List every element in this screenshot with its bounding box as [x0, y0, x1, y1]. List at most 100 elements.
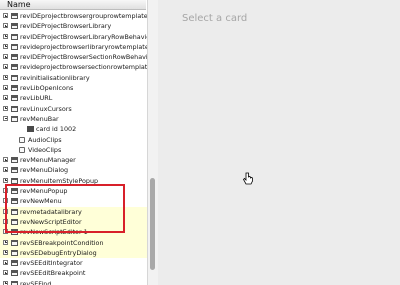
expand-toggle-icon[interactable] — [3, 13, 8, 18]
expand-toggle-icon[interactable] — [3, 64, 8, 70]
tree-row-label: revSEEditIntegrator — [20, 259, 83, 268]
tree-row-label: revinitialisationlibrary — [20, 73, 90, 82]
clip-icon — [19, 146, 25, 153]
tree-row[interactable]: revIDEProjectBrowserSectionRowBehavior — [0, 52, 154, 62]
tree-row-label: revLinuxCursors — [20, 104, 72, 113]
tree-row[interactable]: revSEEditBreakpoint — [0, 268, 147, 278]
tree-row[interactable]: revSEBreakpointCondition — [0, 237, 147, 248]
tree-row-label: revLibURL — [20, 94, 53, 103]
tree-row-label: revIDEProjectBrowserSectionRowBehavior — [20, 53, 155, 62]
expand-toggle-icon[interactable] — [3, 85, 8, 91]
stack-icon — [11, 188, 18, 195]
tree-row-label: revNewScriptEditor 1 — [20, 228, 88, 237]
expand-toggle-icon[interactable] — [3, 23, 8, 29]
tree-row[interactable]: revSEEditIntegrator — [0, 258, 147, 268]
stack-icon — [11, 260, 18, 267]
tree-row-label: revMenuManager — [20, 156, 76, 165]
expand-toggle-icon[interactable] — [3, 188, 8, 194]
expand-toggle-icon[interactable] — [3, 260, 8, 266]
stack-icon — [11, 229, 18, 236]
expand-toggle-icon[interactable] — [3, 167, 8, 173]
stack-icon — [11, 157, 18, 164]
tree-row[interactable]: revMenuManager — [0, 155, 147, 165]
stack-icon — [11, 270, 18, 277]
stack-icon — [11, 249, 18, 256]
tree-row[interactable]: VideoClips — [0, 145, 147, 155]
expand-toggle-icon[interactable] — [3, 208, 8, 214]
tree-row[interactable]: revinitialisationlibrary — [0, 73, 147, 83]
name-column-header[interactable]: Name — [0, 0, 146, 10]
tree-row-label: revMenuDialog — [20, 166, 69, 175]
stack-icon — [11, 23, 18, 30]
expand-toggle-icon[interactable] — [3, 43, 8, 49]
tree-row-label: revNewMenu — [20, 197, 62, 206]
tree-row[interactable]: revMenuPopup — [0, 186, 147, 196]
stack-icon — [11, 105, 18, 112]
tree-row-label: AudioClips — [28, 135, 62, 144]
tree-row[interactable]: revIDEProjectBrowserLibraryRowBehavior — [0, 32, 153, 42]
tree-scrollbar[interactable] — [147, 0, 158, 285]
expand-toggle-icon[interactable] — [3, 95, 8, 101]
stack-icon — [11, 167, 18, 174]
stack-icon — [11, 95, 18, 102]
tree-row[interactable]: revIDEprojectbrowsergrouprowtemplate — [0, 11, 148, 21]
tree-row[interactable]: revMenuDialog — [0, 165, 147, 175]
tree-row[interactable]: card id 1002 — [0, 124, 147, 134]
stack-icon — [11, 239, 18, 246]
tree-row-label: revIDEProjectBrowserLibraryRowBehavior — [20, 32, 153, 41]
stack-icon — [11, 208, 18, 215]
expand-toggle-icon[interactable] — [3, 270, 8, 276]
expand-toggle-icon[interactable] — [3, 218, 8, 224]
stack-icon — [11, 280, 18, 285]
tree-row-label: revIDEprojectbrowsergrouprowtemplate — [20, 12, 148, 20]
expand-toggle-icon[interactable] — [3, 280, 8, 285]
tree-row-label: revMenuBar — [20, 114, 59, 123]
stack-icon — [11, 33, 18, 40]
tree-row-label: revideprojectbrowsersectionrowtemplate — [20, 63, 152, 72]
tree-row[interactable]: revLibOpenIcons — [0, 83, 147, 93]
tree-row[interactable]: revLinuxCursors — [0, 104, 147, 114]
tree-row[interactable]: revmetadatalibrary — [0, 206, 147, 217]
project-browser-tree: Name revIDEprojectbrowsergrouprowtemplat… — [0, 0, 158, 285]
expand-toggle-icon[interactable] — [3, 239, 8, 245]
expand-toggle-icon[interactable] — [3, 177, 8, 183]
stack-icon — [11, 74, 18, 81]
tree-row[interactable]: revideprojectbrowsersectionrowtemplate — [0, 62, 151, 72]
expand-toggle-icon[interactable] — [3, 157, 8, 163]
tree-rows: revIDEprojectbrowsergrouprowtemplate revI… — [0, 11, 154, 285]
tree-row[interactable]: revSEFind — [0, 279, 147, 285]
tree-row-label: revSEDebugEntryDialog — [20, 248, 97, 257]
stack-icon — [11, 198, 18, 205]
tree-row[interactable]: revMenuItemStylePopup — [0, 176, 147, 186]
expand-toggle-icon[interactable] — [3, 74, 8, 80]
tree-row-label: revIDEProjectBrowserLibrary — [20, 22, 112, 31]
tree-row[interactable]: revideprojectbrowserlibraryrowtemplate — [0, 42, 149, 52]
expand-toggle-icon[interactable] — [3, 229, 8, 235]
stack-icon — [11, 177, 18, 184]
tree-row[interactable]: revNewScriptEditor — [0, 216, 147, 228]
clip-icon — [19, 136, 25, 143]
tree-row-label: revMenuItemStylePopup — [20, 176, 99, 185]
hand-cursor-icon — [243, 172, 253, 185]
expand-toggle-icon[interactable] — [3, 249, 8, 255]
expand-toggle-icon[interactable] — [3, 105, 8, 111]
tree-row[interactable]: revLibURL — [0, 93, 147, 103]
select-card-placeholder: Select a card — [182, 13, 248, 24]
tree-row-label: revSEEditBreakpoint — [20, 269, 86, 278]
expand-toggle-icon[interactable] — [3, 33, 8, 39]
collapse-toggle-icon[interactable] — [3, 115, 8, 121]
tree-row[interactable]: revSEDebugEntryDialog — [0, 247, 147, 259]
expand-toggle-icon[interactable] — [3, 198, 8, 204]
expand-toggle-icon[interactable] — [3, 54, 8, 60]
tree-row[interactable]: AudioClips — [0, 135, 147, 145]
tree-row-label: revSEBreakpointCondition — [20, 238, 104, 247]
tree-row-label: revSEFind — [20, 279, 52, 285]
tree-row[interactable]: revIDEProjectBrowserLibrary — [0, 21, 147, 31]
tree-row[interactable]: revNewScriptEditor 1 — [0, 227, 147, 238]
tree-row[interactable]: revMenuBar — [0, 114, 147, 124]
stack-icon — [11, 85, 18, 92]
scrollbar-thumb[interactable] — [150, 178, 155, 270]
tree-row[interactable]: revNewMenu — [0, 196, 147, 206]
tree-row-label: revLibOpenIcons — [20, 84, 74, 93]
stack-icon — [11, 43, 18, 50]
